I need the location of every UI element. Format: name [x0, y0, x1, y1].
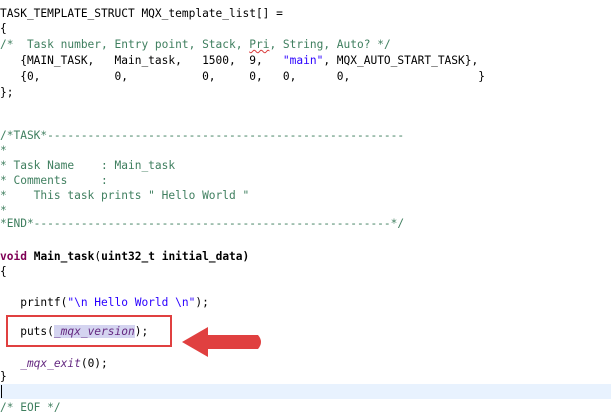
comment-description: * This task prints " Hello World " — [0, 189, 250, 202]
template-list-declaration: TASK_TEMPLATE_STRUCT MQX_template_list[]… — [0, 7, 283, 20]
code-line-24: _mqx_exit(0); — [0, 356, 108, 371]
annotation-highlight-box — [6, 315, 172, 347]
code-line-2: { — [0, 21, 7, 36]
close-brace: }; — [0, 86, 14, 99]
comment-comments: * Comments : — [0, 174, 108, 187]
mqx-exit-args: (0); — [80, 357, 108, 370]
code-line-6: }; — [0, 85, 13, 100]
type-uint32: uint32_t — [101, 250, 155, 263]
code-line-13: * This task prints " Hello World " — [0, 188, 249, 203]
code-line-15: *END*-----------------------------------… — [0, 216, 404, 231]
comment-text: * — [0, 144, 7, 157]
function-name-main-task: Main_task — [33, 250, 95, 263]
comment-text: /* Task number, Entry point, Stack, — [0, 38, 250, 51]
mqx-exit-call: _mqx_exit — [0, 357, 81, 370]
code-line-10: * — [0, 143, 7, 158]
open-brace: { — [0, 22, 7, 35]
task-entry-main-rest: , MQX_AUTO_START_TASK}, — [323, 54, 479, 67]
code-line-5: {0, 0, 0, 0, 0, 0, } — [0, 69, 485, 84]
task-entry-main: {MAIN_TASK, Main_task, 1500, 9, — [0, 54, 283, 67]
open-brace: { — [0, 265, 7, 278]
code-line-9: /*TASK*---------------------------------… — [0, 128, 404, 143]
task-entry-terminator: {0, 0, 0, 0, 0, 0, } — [0, 70, 485, 83]
code-line-20: printf("\n Hello World \n"); — [0, 295, 209, 310]
comment-eof: /* EOF */ — [0, 401, 61, 414]
text-cursor — [1, 385, 2, 398]
param-initial-data: initial_data) — [154, 250, 250, 263]
code-line-25: } — [0, 369, 7, 384]
close-brace: } — [0, 370, 7, 383]
string-literal-main: "main" — [282, 54, 324, 67]
code-line-18: { — [0, 264, 7, 279]
keyword-void: void — [0, 250, 27, 263]
code-line-1: TASK_TEMPLATE_STRUCT MQX_template_list[]… — [0, 6, 283, 21]
comment-task-name: * Task Name : Main_task — [0, 159, 176, 172]
code-editor[interactable]: TASK_TEMPLATE_STRUCT MQX_template_list[]… — [0, 0, 611, 414]
current-line-highlight — [0, 384, 611, 399]
code-line-12: * Comments : — [0, 173, 108, 188]
code-line-4: {MAIN_TASK, Main_task, 1500, 9, "main", … — [0, 53, 478, 68]
comment-text: , String, Auto? */ — [269, 38, 391, 51]
comment-header-start: /*TASK*---------------------------------… — [0, 129, 405, 142]
code-line-17: void Main_task(uint32_t initial_data) — [0, 249, 249, 264]
code-line-27: /* EOF */ — [0, 400, 61, 414]
annotation-arrow-icon — [182, 327, 261, 357]
comment-header-end: *END*-----------------------------------… — [0, 217, 405, 230]
string-literal-hello: "\n Hello World \n" — [67, 296, 196, 309]
code-line-3: /* Task number, Entry point, Stack, Pri,… — [0, 37, 391, 52]
printf-call: printf( — [0, 296, 68, 309]
code-line-11: * Task Name : Main_task — [0, 158, 175, 173]
printf-call-end: ); — [195, 296, 209, 309]
spelling-warning-pri: Pri — [249, 38, 270, 51]
